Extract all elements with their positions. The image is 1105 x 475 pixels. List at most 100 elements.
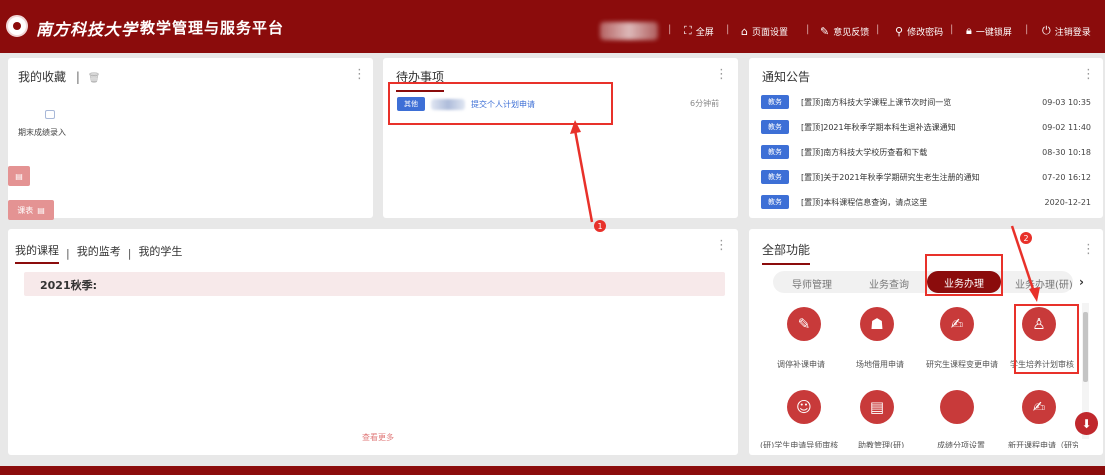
functions-title-text: 全部功能 [762,243,811,257]
edit-icon[interactable]: ✎ [787,307,821,341]
function-label[interactable]: 研究生课程变更申请 [926,359,998,370]
signpost-icon[interactable]: ☗ [860,307,894,341]
fullscreen-icon: ⛶ [684,24,692,37]
download-icon[interactable]: ⬇ [1075,412,1098,435]
notice-item[interactable]: 教务 [置顶]南方科技大学校历查看和下载 08-30 10:18 [761,145,1091,159]
function-label[interactable]: 新开课程申请（研究 [1008,440,1078,448]
lock-icon: 🔒︎ [966,24,972,37]
favorites-title-text: 我的收藏 [18,70,67,84]
notice-item[interactable]: 教务 [置顶]本科课程信息查询，请点这里 2020-12-21 [761,195,1091,209]
title-underline [762,263,810,265]
notice-title[interactable]: [置顶]2021年秋季学期本科生退补选课通知 [801,122,1034,133]
key-icon: ⚲ [895,24,904,38]
kebab-menu-icon[interactable]: ⋮ [715,68,728,81]
courses-tabs: 我的课程 | 我的监考 | 我的学生 [15,242,182,264]
function-label[interactable]: 成绩分项设置 [937,440,985,448]
logout-label: 注销登录 [1054,27,1091,38]
university-seal-icon [6,15,28,37]
circle-icon[interactable] [940,390,974,424]
favorites-panel: 我的收藏 | 🗑︎ ⋮ [8,58,373,218]
term-row: 2021秋季: [24,272,725,296]
grade-entry-icon[interactable] [45,110,55,119]
feedback-icon: ✎ [820,24,830,38]
category-business-handling-grad[interactable]: 业务办理(研) [1015,276,1075,291]
book-icon[interactable]: ▤ [860,390,894,424]
notice-title[interactable]: [置顶]关于2021年秋季学期研究生老生注册的通知 [801,172,1034,183]
feedback-label: 意见反馈 [833,27,870,38]
fullscreen-button[interactable]: ⛶ 全屏 [684,24,714,38]
divider: | [726,24,730,35]
scrollbar-thumb[interactable] [1083,312,1088,382]
notice-tag: 教务 [761,120,789,134]
notices-panel: 通知公告 ⋮ [749,58,1103,218]
user-badge-icon[interactable]: ☺ [787,390,821,424]
annotation-box-function [1014,304,1079,374]
tab-my-proctoring[interactable]: 我的监考 [77,243,121,263]
home-settings-icon: ⌂ [741,24,748,38]
divider: | [1025,24,1029,35]
annotation-box-todo [388,82,613,125]
notice-title[interactable]: [置顶]南方科技大学课程上课节次时间一览 [801,97,1034,108]
function-label[interactable]: 调停补课申请 [777,359,825,370]
change-password-label: 修改密码 [907,27,944,38]
fullscreen-label: 全屏 [695,27,714,38]
notice-time: 09-03 10:35 [1042,97,1091,107]
notice-item[interactable]: 教务 [置顶]关于2021年秋季学期研究生老生注册的通知 07-20 16:12 [761,170,1091,184]
calendar-icon: ▤ [15,171,23,181]
kebab-menu-icon[interactable]: ⋮ [1082,68,1095,81]
annotation-marker-2: 2 [1020,232,1032,244]
notice-tag: 教务 [761,145,789,159]
bottom-bar [0,466,1105,475]
divider: | [950,24,954,35]
notice-title[interactable]: [置顶]南方科技大学校历查看和下载 [801,147,1034,158]
kebab-menu-icon[interactable]: ⋮ [715,239,728,252]
todo-time: 6分钟前 [690,99,720,108]
power-icon: ⏻ [1042,24,1051,37]
function-label[interactable]: 场地借用申请 [856,359,904,370]
kebab-menu-icon[interactable]: ⋮ [353,68,366,81]
notice-item[interactable]: 教务 [置顶]南方科技大学课程上课节次时间一览 09-03 10:35 [761,95,1091,109]
notice-tag: 教务 [761,195,789,209]
divider: | [806,24,810,35]
logout-button[interactable]: ⏻ 注销登录 [1042,24,1091,38]
tab-my-students[interactable]: 我的学生 [138,243,182,263]
document-edit-icon[interactable]: ✍ [1022,390,1056,424]
category-advisor-management[interactable]: 导师管理 [792,276,832,291]
document-edit-icon[interactable]: ✍ [940,307,974,341]
divider: | [127,246,132,260]
divider: | [876,24,880,35]
favorite-item[interactable]: 期末成绩录入 [18,127,66,138]
calendar-float-button[interactable]: ▤ [8,166,30,186]
university-logo: 南方科技大学 [36,20,139,39]
category-business-query[interactable]: 业务查询 [869,276,909,291]
notice-time: 08-30 10:18 [1042,147,1091,157]
trash-icon[interactable]: 🗑︎ [88,73,101,84]
page-settings-button[interactable]: ⌂ 页面设置 [741,24,788,38]
lock-screen-button[interactable]: 🔒︎ 一键锁屏 [966,24,1012,38]
view-more-link[interactable]: 查看更多 [362,432,394,443]
tab-my-courses[interactable]: 我的课程 [15,242,59,264]
notice-title[interactable]: [置顶]本科课程信息查询，请点这里 [801,197,1037,208]
page-settings-label: 页面设置 [751,27,788,38]
system-title: 教学管理与服务平台 [140,19,285,37]
chevron-right-icon[interactable]: › [1079,275,1084,289]
schedule-float-button[interactable]: 课表 ▤ [8,200,54,220]
user-name-blurred[interactable] [600,22,658,40]
favorites-title: 我的收藏 | 🗑︎ [18,68,100,85]
notices-title-text: 通知公告 [762,70,811,84]
change-password-button[interactable]: ⚲ 修改密码 [895,24,943,38]
top-bar: 南方科技大学 教学管理与服务平台 | ⛶ 全屏 | ⌂ 页面设置 | ✎ 意见反… [0,0,1105,53]
term-label: 2021秋季: [40,279,98,292]
notice-time: 2020-12-21 [1044,197,1092,207]
function-label[interactable]: 助教管理(研) [858,440,904,448]
function-label[interactable]: (研)学生申请导师审核 [760,440,838,448]
annotation-box-category [925,254,1003,296]
feedback-button[interactable]: ✎ 意见反馈 [820,24,869,38]
notice-item[interactable]: 教务 [置顶]2021年秋季学期本科生退补选课通知 09-02 11:40 [761,120,1091,134]
notice-tag: 教务 [761,170,789,184]
lock-screen-label: 一键锁屏 [975,27,1012,38]
divider: | [75,70,80,84]
kebab-menu-icon[interactable]: ⋮ [1082,243,1095,256]
divider: | [66,246,70,260]
functions-title: 全部功能 [762,241,811,265]
